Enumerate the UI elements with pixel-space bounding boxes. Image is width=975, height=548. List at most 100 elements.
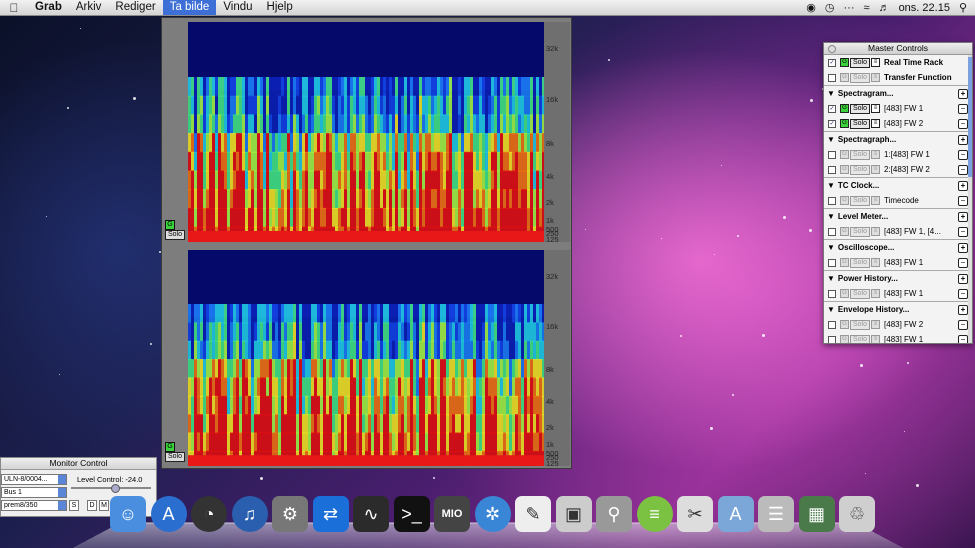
solo-button[interactable]: Solo (850, 195, 871, 206)
enable-checkbox[interactable] (828, 335, 836, 343)
control-row[interactable]: G Solo ≡ 1:[483] FW 1 − (824, 147, 972, 162)
solo-button[interactable]: Solo (850, 257, 871, 268)
enable-checkbox[interactable] (828, 320, 836, 329)
control-row[interactable]: G Solo ≡ [483] FW 1 − (824, 286, 972, 301)
time-machine-icon[interactable]: ◷ (825, 1, 835, 14)
section-header[interactable]: ▼ Oscilloscope... + (824, 239, 972, 255)
disclosure-triangle-icon[interactable]: ▼ (827, 181, 835, 190)
solo-button[interactable]: Solo (850, 103, 871, 114)
control-row[interactable]: G Solo ≡ Timecode − (824, 193, 972, 208)
section-header[interactable]: ▼ Spectragraph... + (824, 131, 972, 147)
solo-button[interactable]: Solo (850, 319, 871, 330)
control-row[interactable]: G Solo ≡ [483] FW 1, [4... − (824, 224, 972, 239)
add-button[interactable]: + (958, 181, 968, 191)
settings-icon[interactable]: ≡ (871, 196, 881, 205)
settings-icon[interactable]: ≡ (871, 165, 881, 174)
gain-icon[interactable]: G (840, 73, 849, 82)
downloads-stack-icon[interactable]: ▦ (798, 496, 835, 532)
settings-icon[interactable]: ≡ (871, 227, 881, 236)
settings-icon[interactable]: ≡ (871, 289, 881, 298)
settings-icon[interactable]: ≡ (871, 119, 881, 128)
gain-icon[interactable]: G (840, 150, 849, 159)
enable-checkbox[interactable]: ✓ (828, 104, 836, 113)
control-row[interactable]: G Solo ≡ [483] FW 1 − (824, 255, 972, 270)
remove-button[interactable]: − (958, 196, 968, 206)
remove-button[interactable]: − (958, 320, 968, 330)
spectrogram-window[interactable]: 32k 16k 8k 4k 2k 1k 500 250 125 32k 16k 8k 4k 2k 1k 50… (161, 17, 572, 469)
gain-icon[interactable]: G (840, 258, 849, 267)
menu-vindu[interactable]: Vindu (216, 0, 259, 15)
textedit-icon[interactable]: ✎ (515, 496, 551, 532)
section-header[interactable]: ▼ TC Clock... + (824, 177, 972, 193)
applications-folder-icon[interactable]: A (717, 496, 754, 532)
solo-button[interactable]: Solo (850, 57, 871, 68)
menu-clock[interactable]: ons. 22.15 (899, 2, 950, 14)
teamviewer-icon[interactable]: ⇄ (312, 496, 349, 532)
add-button[interactable]: + (958, 305, 968, 315)
menu-arkiv[interactable]: Arkiv (69, 0, 109, 15)
scrollbar[interactable] (968, 55, 972, 343)
gain-icon[interactable]: G (165, 220, 175, 230)
enable-checkbox[interactable] (828, 289, 836, 298)
solo-button[interactable]: Solo (850, 226, 871, 237)
system-preferences-icon[interactable]: ⚙ (272, 496, 308, 532)
enable-checkbox[interactable] (828, 165, 836, 174)
add-button[interactable]: + (958, 212, 968, 222)
enable-checkbox[interactable] (828, 258, 836, 267)
device-select[interactable]: ULN-8/0004... (1, 474, 67, 485)
remove-button[interactable]: − (958, 119, 968, 129)
documents-stack-icon[interactable]: ☰ (758, 496, 794, 532)
level-slider[interactable] (71, 484, 151, 493)
control-row[interactable]: G Solo ≡ [483] FW 1 − (824, 332, 972, 343)
enable-checkbox[interactable] (828, 196, 836, 205)
safari-icon[interactable]: ✲ (474, 496, 511, 532)
dots-icon[interactable]: ··· (844, 2, 855, 14)
add-button[interactable]: + (958, 274, 968, 284)
remove-button[interactable]: − (958, 289, 968, 299)
record-icon[interactable]: ◉ (806, 1, 816, 14)
remove-button[interactable]: − (958, 258, 968, 268)
apple-icon[interactable]:  (0, 1, 28, 15)
section-header[interactable]: ▼ Power History... + (824, 270, 972, 286)
remove-button[interactable]: − (958, 335, 968, 343)
control-row[interactable]: ✓ G Solo ≡ [483] FW 1 − (824, 101, 972, 116)
gain-icon[interactable]: G (165, 442, 175, 452)
wifi-icon[interactable]: ≈ (864, 2, 870, 14)
menu-rediger[interactable]: Rediger (108, 0, 162, 15)
disclosure-triangle-icon[interactable]: ▼ (827, 243, 835, 252)
gain-icon[interactable]: G (840, 165, 849, 174)
gain-icon[interactable]: G (840, 335, 849, 343)
terminal-icon[interactable]: >_ (393, 496, 430, 532)
gain-icon[interactable]: G (840, 119, 849, 128)
magnifier-icon[interactable]: ⚲ (596, 496, 632, 532)
bus-select[interactable]: Bus 1 (1, 487, 67, 498)
enable-checkbox[interactable] (828, 150, 836, 159)
section-header[interactable]: ▼ Envelope History... + (824, 301, 972, 317)
activity-monitor-icon[interactable]: ∿ (353, 496, 389, 532)
gain-icon[interactable]: G (840, 196, 849, 205)
solo-button-bottom[interactable]: Solo (165, 452, 186, 462)
master-controls-titlebar[interactable]: Master Controls (824, 43, 972, 55)
remove-button[interactable]: − (958, 104, 968, 114)
preset-select[interactable]: prem8/350 (1, 500, 67, 511)
settings-icon[interactable]: ≡ (871, 150, 881, 159)
menu-ta-bilde[interactable]: Ta bilde (162, 0, 217, 15)
close-icon[interactable] (828, 45, 836, 53)
dashboard-icon[interactable]: ◔ (191, 496, 227, 532)
solo-button[interactable]: Solo (850, 334, 871, 343)
app-store-icon[interactable]: A (150, 496, 187, 532)
settings-icon[interactable]: ≡ (871, 73, 881, 82)
control-row[interactable]: G Solo ≡ 2:[483] FW 2 − (824, 162, 972, 177)
monitor-d-button[interactable]: D (87, 500, 97, 511)
solo-button[interactable]: Solo (850, 164, 871, 175)
solo-button[interactable]: Solo (850, 288, 871, 299)
solo-button[interactable]: Solo (850, 72, 871, 83)
spectrogram-top[interactable] (188, 22, 544, 242)
itunes-icon[interactable]: ♫ (231, 496, 268, 532)
trash-icon[interactable]: ♲ (839, 496, 875, 532)
enable-checkbox[interactable] (828, 73, 836, 82)
settings-icon[interactable]: ≡ (871, 104, 881, 113)
level-slider-knob[interactable] (111, 484, 120, 493)
control-row[interactable]: ✓ G Solo ≡ Real Time Rack (824, 55, 972, 70)
settings-icon[interactable]: ≡ (871, 320, 881, 329)
